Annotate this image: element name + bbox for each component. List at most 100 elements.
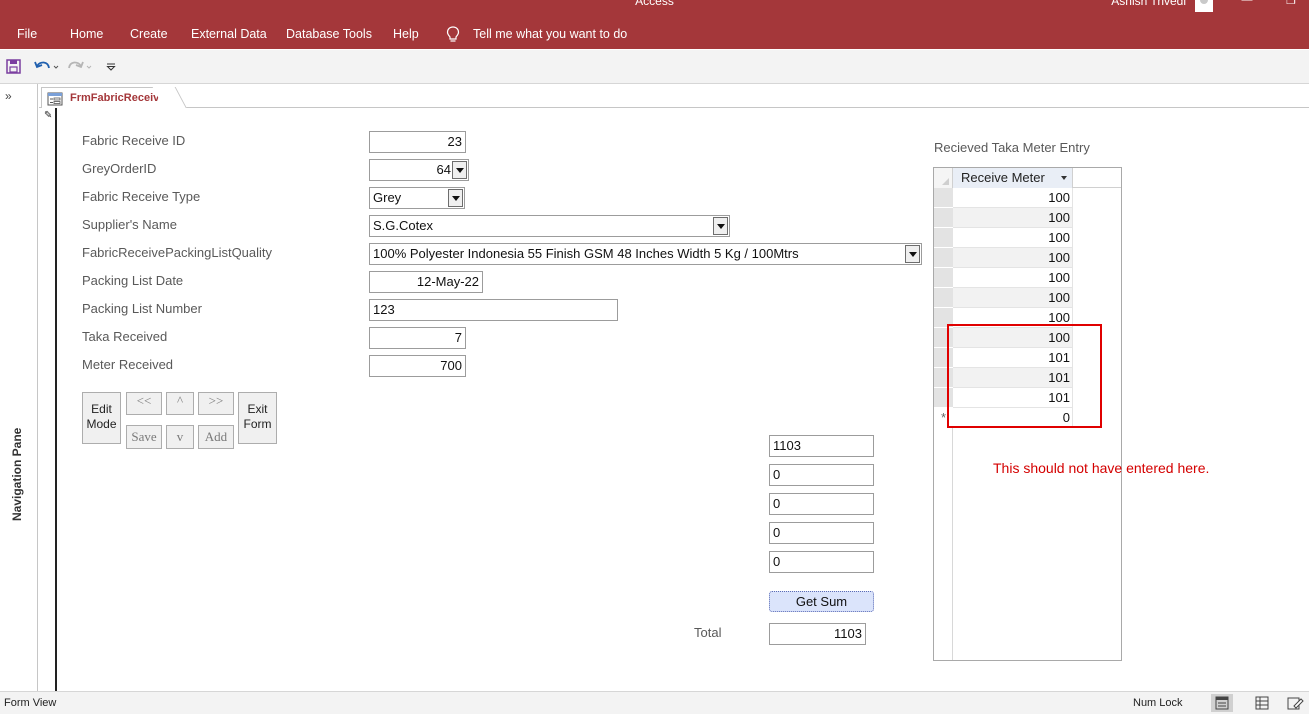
- receive-meter-cell[interactable]: 100: [953, 208, 1073, 228]
- highlight-box: [947, 324, 1102, 428]
- last-record-button[interactable]: >>: [198, 392, 234, 415]
- minimize-button[interactable]: —: [1237, 0, 1257, 10]
- chevron-down-icon[interactable]: [452, 161, 467, 179]
- access-window: Access Ashish Trivedi — ❐ File Home Crea…: [0, 0, 1309, 714]
- label-fabric-receive-type: Fabric Receive Type: [82, 189, 201, 204]
- pencil-icon: ✎: [44, 110, 53, 121]
- datasheet-row[interactable]: 100: [934, 188, 1121, 208]
- sum-field-4[interactable]: 0: [769, 522, 874, 544]
- label-packing-list-number: Packing List Number: [82, 301, 202, 316]
- annotation-note: This should not have entered here.: [993, 460, 1210, 476]
- form-icon: [47, 92, 63, 106]
- quick-access-toolbar: [0, 50, 1309, 84]
- tab-label: FrmFabricReceive: [70, 92, 166, 104]
- datasheet-row[interactable]: 100: [934, 288, 1121, 308]
- next-record-button[interactable]: v: [166, 425, 194, 449]
- tab-frm-fabric-receive[interactable]: FrmFabricReceive: [41, 87, 169, 109]
- datasheet-row[interactable]: 100: [934, 208, 1121, 228]
- receive-meter-cell[interactable]: 100: [953, 228, 1073, 248]
- lightbulb-icon: [446, 26, 460, 42]
- sum-field-1[interactable]: 1103: [769, 435, 874, 457]
- datasheet-view-icon[interactable]: [1251, 694, 1273, 712]
- fabric-receive-type-combo[interactable]: Grey: [369, 187, 465, 209]
- label-supplier-name: Supplier's Name: [82, 217, 177, 232]
- meter-received-field[interactable]: 700: [369, 355, 466, 377]
- datasheet-row[interactable]: 100: [934, 268, 1121, 288]
- tab-home[interactable]: Home: [70, 27, 103, 41]
- tab-create[interactable]: Create: [130, 27, 168, 41]
- total-field[interactable]: 1103: [769, 623, 866, 645]
- navigation-pane-label[interactable]: Navigation Pane: [10, 428, 24, 521]
- label-packing-list-date: Packing List Date: [82, 273, 184, 288]
- add-record-button[interactable]: Add: [198, 425, 234, 449]
- supplier-name-value: S.G.Cotex: [373, 218, 433, 233]
- packing-list-quality-value: 100% Polyester Indonesia 55 Finish GSM 4…: [373, 246, 799, 261]
- tab-file[interactable]: File: [17, 27, 37, 41]
- fabric-receive-type-value: Grey: [373, 190, 402, 205]
- form-body: ✎ Fabric Receive ID GreyOrderID Fabric R…: [39, 108, 1309, 691]
- total-label: Total: [694, 625, 722, 640]
- taka-received-field[interactable]: 7: [369, 327, 466, 349]
- first-record-button[interactable]: <<: [126, 392, 162, 415]
- edit-mode-button[interactable]: Edit Mode: [82, 392, 121, 444]
- tell-me-search[interactable]: Tell me what you want to do: [473, 27, 627, 41]
- receive-meter-cell[interactable]: 100: [953, 248, 1073, 268]
- datasheet-header: Receive Meter: [934, 168, 1121, 188]
- design-view-icon[interactable]: [1284, 694, 1306, 712]
- label-grey-order-id: GreyOrderID: [82, 161, 157, 176]
- undo-icon[interactable]: [33, 58, 61, 76]
- chevron-down-icon[interactable]: [713, 217, 728, 235]
- packing-list-number-field[interactable]: 123: [369, 299, 618, 321]
- fabric-receive-id-field[interactable]: 23: [369, 131, 466, 153]
- exit-form-button[interactable]: Exit Form: [238, 392, 277, 444]
- label-fabric-receive-id: Fabric Receive ID: [82, 133, 186, 148]
- row-selector[interactable]: [934, 268, 953, 288]
- sum-field-5[interactable]: 0: [769, 551, 874, 573]
- previous-record-button[interactable]: ^: [166, 392, 194, 415]
- chevron-down-icon[interactable]: [448, 189, 463, 207]
- receive-meter-cell[interactable]: 100: [953, 268, 1073, 288]
- navigation-pane: » Navigation Pane: [0, 84, 38, 691]
- row-selector[interactable]: [934, 288, 953, 308]
- grey-order-id-combo[interactable]: 64: [369, 159, 469, 181]
- row-selector[interactable]: [934, 228, 953, 248]
- subform-title: Recieved Taka Meter Entry: [934, 140, 1090, 155]
- column-header-label: Receive Meter: [961, 170, 1045, 185]
- packing-list-date-field[interactable]: 12-May-22: [369, 271, 483, 293]
- supplier-name-combo[interactable]: S.G.Cotex: [369, 215, 730, 237]
- save-icon[interactable]: [6, 58, 22, 76]
- customize-toolbar-icon[interactable]: [105, 58, 117, 76]
- record-selector[interactable]: ✎: [39, 108, 57, 691]
- save-button[interactable]: Save: [126, 425, 162, 449]
- tab-help[interactable]: Help: [393, 27, 419, 41]
- sum-field-2[interactable]: 0: [769, 464, 874, 486]
- row-selector[interactable]: [934, 188, 953, 208]
- form-view-icon[interactable]: [1211, 694, 1233, 712]
- datasheet-row[interactable]: 100: [934, 248, 1121, 268]
- num-lock-status: Num Lock: [1133, 697, 1183, 709]
- row-selector[interactable]: [934, 248, 953, 268]
- user-name[interactable]: Ashish Trivedi: [1111, 0, 1186, 8]
- label-packing-list-quality: FabricReceivePackingListQuality: [82, 245, 273, 260]
- datasheet-row[interactable]: 100: [934, 228, 1121, 248]
- get-sum-button[interactable]: Get Sum: [769, 591, 874, 612]
- label-taka-received: Taka Received: [82, 329, 168, 344]
- row-selector[interactable]: [934, 208, 953, 228]
- restore-button[interactable]: ❐: [1281, 0, 1301, 10]
- packing-list-quality-combo[interactable]: 100% Polyester Indonesia 55 Finish GSM 4…: [369, 243, 922, 265]
- chevron-down-icon[interactable]: [905, 245, 920, 263]
- column-filter-arrow-icon[interactable]: [1061, 176, 1067, 180]
- tab-external-data[interactable]: External Data: [191, 27, 267, 41]
- receive-meter-cell[interactable]: 100: [953, 288, 1073, 308]
- receive-meter-cell[interactable]: 100: [953, 188, 1073, 208]
- user-avatar-icon[interactable]: [1195, 0, 1213, 12]
- column-header-receive-meter[interactable]: Receive Meter: [953, 168, 1073, 188]
- sum-field-3[interactable]: 0: [769, 493, 874, 515]
- label-meter-received: Meter Received: [82, 357, 174, 372]
- redo-icon[interactable]: [67, 58, 95, 76]
- tab-database-tools[interactable]: Database Tools: [286, 27, 372, 41]
- expand-nav-icon[interactable]: »: [5, 89, 12, 103]
- grey-order-id-value: 64: [436, 162, 451, 177]
- ribbon-tabs: File Home Create External Data Database …: [0, 22, 1309, 49]
- select-all-corner[interactable]: [934, 168, 953, 188]
